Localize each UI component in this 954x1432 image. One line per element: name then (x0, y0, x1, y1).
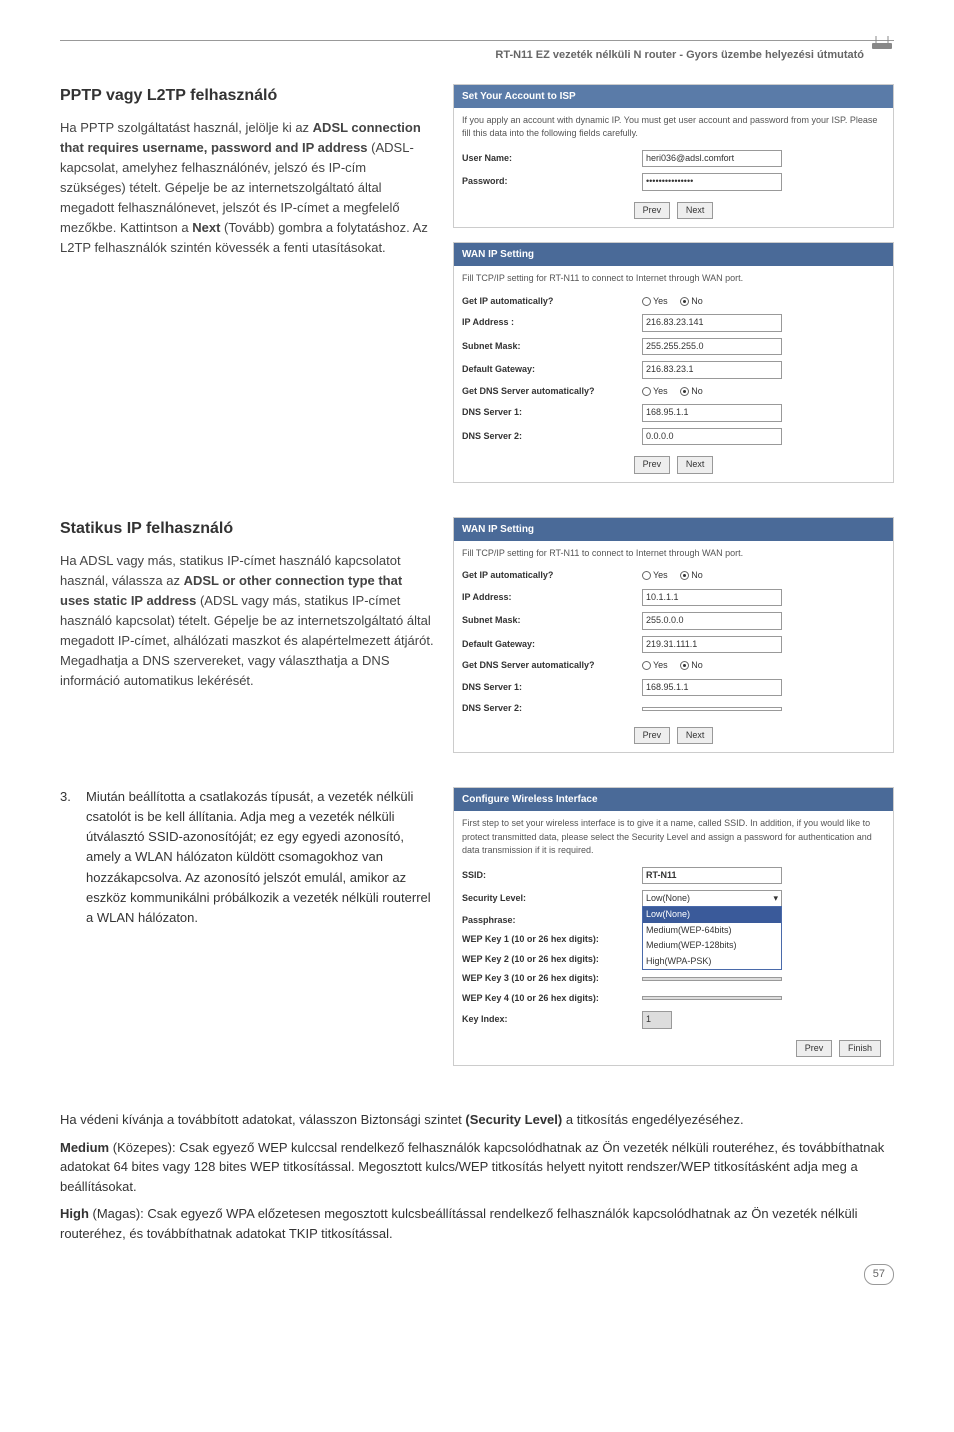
wan2-autoip-label: Get IP automatically? (462, 569, 642, 583)
bottom-p3: High (Magas): Csak egyező WPA előzetesen… (60, 1204, 894, 1243)
wan2-ip-input[interactable]: 10.1.1.1 (642, 589, 782, 607)
bottom-p2: Medium (Közepes): Csak egyező WEP kulccs… (60, 1138, 894, 1197)
seclevel-dropdown: Low(None) Medium(WEP-64bits) Medium(WEP-… (642, 906, 782, 970)
keyidx-input[interactable]: 1 (642, 1011, 672, 1029)
wan1-dns1-label: DNS Server 1: (462, 406, 642, 420)
wep4-label: WEP Key 4 (10 or 26 hex digits): (462, 992, 642, 1006)
pptp-heading: PPTP vagy L2TP felhasználó (60, 84, 435, 108)
wan1-ip-input[interactable]: 216.83.23.141 (642, 314, 782, 332)
wan2-autodns-yes[interactable]: Yes (642, 659, 668, 673)
wan2-prev-button[interactable]: Prev (634, 727, 671, 745)
passphrase-label: Passphrase: (462, 914, 642, 928)
wan2-mask-label: Subnet Mask: (462, 614, 642, 628)
panel-wan1-header: WAN IP Setting (454, 243, 893, 266)
wan1-mask-input[interactable]: 255.255.255.0 (642, 338, 782, 356)
wan2-autodns-no[interactable]: No (680, 659, 703, 673)
wan1-autoip-no[interactable]: No (680, 295, 703, 309)
wep4-input[interactable] (642, 996, 782, 1000)
seclevel-opt-med128[interactable]: Medium(WEP-128bits) (643, 938, 781, 954)
panel-isp-header: Set Your Account to ISP (454, 85, 893, 108)
ssid-input[interactable]: RT-N11 (642, 867, 782, 885)
wep1-label: WEP Key 1 (10 or 26 hex digits): (462, 933, 642, 947)
section-pptp: PPTP vagy L2TP felhasználó Ha PPTP szolg… (60, 84, 894, 497)
wep2-label: WEP Key 2 (10 or 26 hex digits): (462, 953, 642, 967)
ssid-label: SSID: (462, 869, 642, 883)
seclevel-opt-low[interactable]: Low(None) (643, 907, 781, 923)
keyidx-label: Key Index: (462, 1013, 642, 1027)
pptp-body: Ha PPTP szolgáltatást használ, jelölje k… (60, 118, 435, 259)
panel-isp-desc: If you apply an account with dynamic IP.… (454, 108, 893, 147)
wan1-next-button[interactable]: Next (677, 456, 714, 474)
bottom-p1: Ha védeni kívánja a továbbított adatokat… (60, 1110, 894, 1130)
isp-prev-button[interactable]: Prev (634, 202, 671, 220)
section-item3: 3. Miután beállította a csatlakozás típu… (60, 787, 894, 1080)
password-label: Password: (462, 175, 642, 189)
wan1-autoip-yes[interactable]: Yes (642, 295, 668, 309)
wan1-autodns-no[interactable]: No (680, 385, 703, 399)
wan1-mask-label: Subnet Mask: (462, 340, 642, 354)
wan2-autoip-yes[interactable]: Yes (642, 569, 668, 583)
wan2-dns2-label: DNS Server 2: (462, 702, 642, 716)
static-body: Ha ADSL vagy más, statikus IP-címet hasz… (60, 551, 435, 692)
panel-wan1: WAN IP Setting Fill TCP/IP setting for R… (453, 242, 894, 483)
wireless-prev-button[interactable]: Prev (796, 1040, 833, 1058)
panel-wireless: Configure Wireless Interface First step … (453, 787, 894, 1066)
password-input[interactable]: ••••••••••••••• (642, 173, 782, 191)
wireless-finish-button[interactable]: Finish (839, 1040, 881, 1058)
username-input[interactable]: heri036@adsl.comfort (642, 150, 782, 168)
wan1-dns1-input[interactable]: 168.95.1.1 (642, 404, 782, 422)
wan1-prev-button[interactable]: Prev (634, 456, 671, 474)
item3-num: 3. (60, 787, 78, 928)
wan1-autodns-label: Get DNS Server automatically? (462, 385, 642, 399)
username-label: User Name: (462, 152, 642, 166)
wan1-dns2-label: DNS Server 2: (462, 430, 642, 444)
wan1-autodns-yes[interactable]: Yes (642, 385, 668, 399)
chevron-down-icon: ▾ (773, 892, 778, 906)
panel-isp: Set Your Account to ISP If you apply an … (453, 84, 894, 229)
wan2-autoip-no[interactable]: No (680, 569, 703, 583)
bottom-section: Ha védeni kívánja a továbbított adatokat… (60, 1110, 894, 1243)
header-divider (60, 40, 894, 41)
page-number: 57 (864, 1264, 894, 1285)
wan2-dns1-label: DNS Server 1: (462, 681, 642, 695)
panel-wireless-desc: First step to set your wireless interfac… (454, 811, 893, 864)
panel-wan1-desc: Fill TCP/IP setting for RT-N11 to connec… (454, 266, 893, 292)
wan2-dns1-input[interactable]: 168.95.1.1 (642, 679, 782, 697)
section-static: Statikus IP felhasználó Ha ADSL vagy más… (60, 517, 894, 768)
seclevel-label: Security Level: (462, 892, 642, 906)
seclevel-opt-high[interactable]: High(WPA-PSK) (643, 954, 781, 970)
wan2-dns2-input[interactable] (642, 707, 782, 711)
wan2-gw-label: Default Gateway: (462, 638, 642, 652)
panel-wireless-header: Configure Wireless Interface (454, 788, 893, 811)
isp-next-button[interactable]: Next (677, 202, 714, 220)
panel-wan2-desc: Fill TCP/IP setting for RT-N11 to connec… (454, 541, 893, 567)
wan1-autoip-label: Get IP automatically? (462, 295, 642, 309)
panel-wan2: WAN IP Setting Fill TCP/IP setting for R… (453, 517, 894, 754)
wan1-dns2-input[interactable]: 0.0.0.0 (642, 428, 782, 446)
seclevel-opt-med64[interactable]: Medium(WEP-64bits) (643, 923, 781, 939)
wan2-autodns-label: Get DNS Server automatically? (462, 659, 642, 673)
wan2-mask-input[interactable]: 255.0.0.0 (642, 612, 782, 630)
wep3-label: WEP Key 3 (10 or 26 hex digits): (462, 972, 642, 986)
wan2-gw-input[interactable]: 219.31.111.1 (642, 636, 782, 654)
wan2-ip-label: IP Address: (462, 591, 642, 605)
header-title: RT-N11 EZ vezeték nélküli N router - Gyo… (60, 47, 894, 64)
wan2-next-button[interactable]: Next (677, 727, 714, 745)
item3-text: Miután beállította a csatlakozás típusát… (86, 787, 435, 928)
seclevel-select[interactable]: Low(None) ▾ (642, 890, 782, 908)
wan1-ip-label: IP Address : (462, 316, 642, 330)
wep3-input[interactable] (642, 977, 782, 981)
panel-wan2-header: WAN IP Setting (454, 518, 893, 541)
wan1-gw-label: Default Gateway: (462, 363, 642, 377)
static-heading: Statikus IP felhasználó (60, 517, 435, 541)
router-icon (870, 29, 894, 53)
wan1-gw-input[interactable]: 216.83.23.1 (642, 361, 782, 379)
